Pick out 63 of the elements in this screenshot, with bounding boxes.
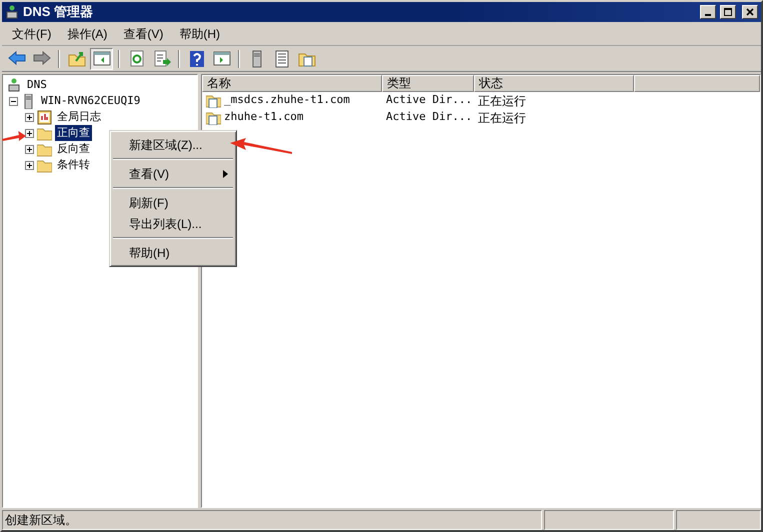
folder-icon <box>37 126 52 140</box>
back-arrow-icon <box>8 50 26 68</box>
close-icon <box>745 7 755 17</box>
submenu-arrow-icon <box>223 170 228 178</box>
folder-icon <box>37 158 52 172</box>
menu-item[interactable]: 导出列表(L)... <box>112 213 234 234</box>
help-icon <box>188 50 206 68</box>
plus-icon <box>27 130 32 136</box>
table-cell-text: 正在运行 <box>477 110 527 126</box>
annotation-arrow <box>2 130 26 142</box>
tree-item[interactable]: WIN-RVN62CEUQI9 <box>39 92 142 110</box>
menu-item[interactable]: 帮助(H) <box>171 24 228 44</box>
column-header[interactable]: 名称 <box>202 75 382 92</box>
window-title: DNS 管理器 <box>23 3 94 22</box>
plus-icon <box>27 146 32 152</box>
log-icon <box>37 110 52 124</box>
expand-toggle[interactable] <box>25 160 34 170</box>
toolbar-button[interactable] <box>90 48 113 70</box>
tree-item[interactable]: DNS <box>25 76 49 94</box>
dns-icon <box>7 78 22 92</box>
menu-item[interactable]: 刷新(F) <box>112 192 234 213</box>
maximize-button[interactable] <box>720 5 736 19</box>
zone-icon <box>206 110 221 125</box>
tree-item[interactable]: 全局日志 <box>55 108 103 126</box>
folder-up-icon <box>68 50 86 68</box>
minus-icon <box>11 98 16 104</box>
menu-item[interactable]: 帮助(H) <box>112 242 234 263</box>
forward-arrow-icon <box>32 50 50 68</box>
tree-item[interactable]: 反向查 <box>55 140 92 158</box>
maximize-icon <box>723 7 733 17</box>
plus-icon <box>27 114 32 120</box>
console-tree-icon <box>92 50 110 68</box>
expand-toggle[interactable] <box>25 144 34 154</box>
list-icon <box>272 50 290 68</box>
table-cell-text: Active Dir... <box>385 109 474 126</box>
folder-icon <box>37 142 52 156</box>
menu-item[interactable]: 操作(A) <box>59 24 116 44</box>
table-cell-text: zhuhe-t1.com <box>224 109 304 126</box>
minimize-button[interactable] <box>700 5 716 19</box>
export-list-icon <box>152 50 170 68</box>
plus-icon <box>27 162 32 168</box>
minimize-icon <box>705 14 711 16</box>
collapse-toggle[interactable] <box>9 96 18 106</box>
table-cell-text: Active Dir... <box>385 92 474 108</box>
expand-toggle[interactable] <box>25 128 34 138</box>
expand-toggle[interactable] <box>25 112 34 122</box>
table-cell-text: 正在运行 <box>477 92 527 110</box>
action-pane-icon <box>212 50 230 68</box>
menu-item[interactable]: 新建区域(Z)... <box>112 134 234 155</box>
annotation-arrow <box>230 138 292 156</box>
menu-item[interactable]: 查看(V) <box>115 24 172 44</box>
menu-item[interactable]: 文件(F) <box>4 24 60 44</box>
app-icon <box>5 5 19 19</box>
zone-icon <box>206 93 221 108</box>
tree-item[interactable]: 条件转 <box>55 156 92 174</box>
status-text: 创建新区域。 <box>2 510 542 530</box>
column-header[interactable]: 类型 <box>382 75 474 92</box>
refresh-icon <box>128 50 146 68</box>
column-header[interactable]: 状态 <box>474 75 634 92</box>
close-button[interactable] <box>742 5 758 19</box>
menu-item[interactable]: 查看(V) <box>112 163 234 184</box>
tree-item[interactable]: 正向查 <box>55 124 92 142</box>
table-cell-text: _msdcs.zhuhe-t1.com <box>224 92 350 108</box>
